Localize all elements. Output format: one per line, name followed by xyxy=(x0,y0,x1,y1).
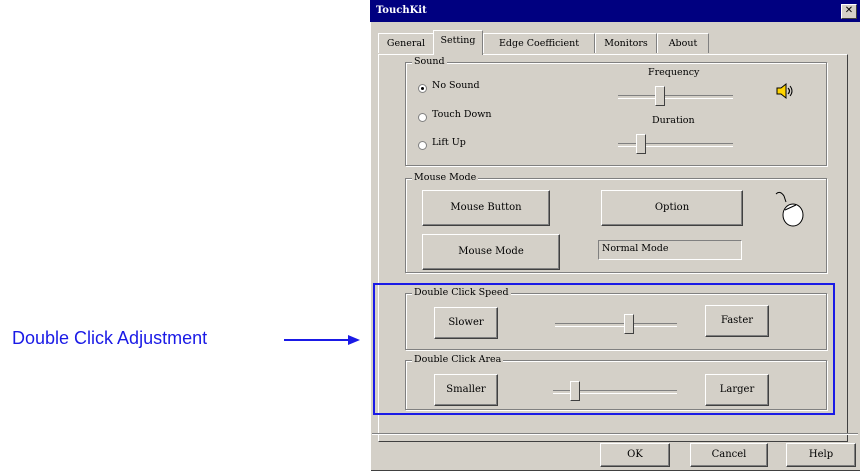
help-button-label: Help xyxy=(808,449,834,460)
frequency-slider-thumb[interactable] xyxy=(654,86,665,106)
annotation-arrow xyxy=(284,335,360,345)
frequency-slider-track[interactable] xyxy=(618,95,733,99)
footer-separator xyxy=(372,433,858,435)
tab-monitors[interactable]: Monitors xyxy=(595,33,657,53)
double-click-highlight-box xyxy=(373,283,835,415)
close-icon: ✕ xyxy=(844,5,854,16)
radio-touch-down-label[interactable]: Touch Down xyxy=(432,109,491,120)
mouse-mode-button-label: Mouse Mode xyxy=(458,246,524,257)
option-button[interactable]: Option xyxy=(601,190,743,226)
tab-general[interactable]: General xyxy=(378,33,434,53)
option-button-label: Option xyxy=(654,202,690,213)
cancel-button[interactable]: Cancel xyxy=(690,443,768,467)
mouse-button-button[interactable]: Mouse Button xyxy=(422,190,550,226)
window-title: TouchKit xyxy=(376,5,427,16)
tab-setting[interactable]: Setting xyxy=(433,30,483,55)
mouse-icon xyxy=(775,191,804,227)
help-button[interactable]: Help xyxy=(786,443,856,467)
mouse-mode-value-field: Normal Mode xyxy=(598,240,742,260)
title-bar: TouchKit ✕ xyxy=(370,0,860,22)
radio-lift-up-label[interactable]: Lift Up xyxy=(432,137,466,148)
radio-touch-down[interactable] xyxy=(418,113,427,122)
mouse-mode-button[interactable]: Mouse Mode xyxy=(422,234,560,270)
duration-slider-thumb[interactable] xyxy=(635,134,646,154)
radio-lift-up[interactable] xyxy=(418,141,427,150)
ok-button-label: OK xyxy=(627,449,643,460)
mouse-button-label: Mouse Button xyxy=(450,202,522,213)
speaker-icon xyxy=(776,82,793,100)
radio-no-sound[interactable] xyxy=(418,84,427,93)
cancel-button-label: Cancel xyxy=(711,449,747,460)
mouse-mode-legend: Mouse Mode xyxy=(412,172,479,183)
duration-label: Duration xyxy=(652,115,695,126)
frequency-label: Frequency xyxy=(648,67,700,78)
annotation-label: Double Click Adjustment xyxy=(12,328,208,348)
tab-edge-coefficient[interactable]: Edge Coefficient xyxy=(483,33,595,53)
radio-no-sound-label[interactable]: No Sound xyxy=(432,80,480,91)
ok-button[interactable]: OK xyxy=(600,443,670,467)
tab-about[interactable]: About xyxy=(657,33,709,53)
sound-legend: Sound xyxy=(412,56,447,67)
close-button[interactable]: ✕ xyxy=(841,4,857,19)
